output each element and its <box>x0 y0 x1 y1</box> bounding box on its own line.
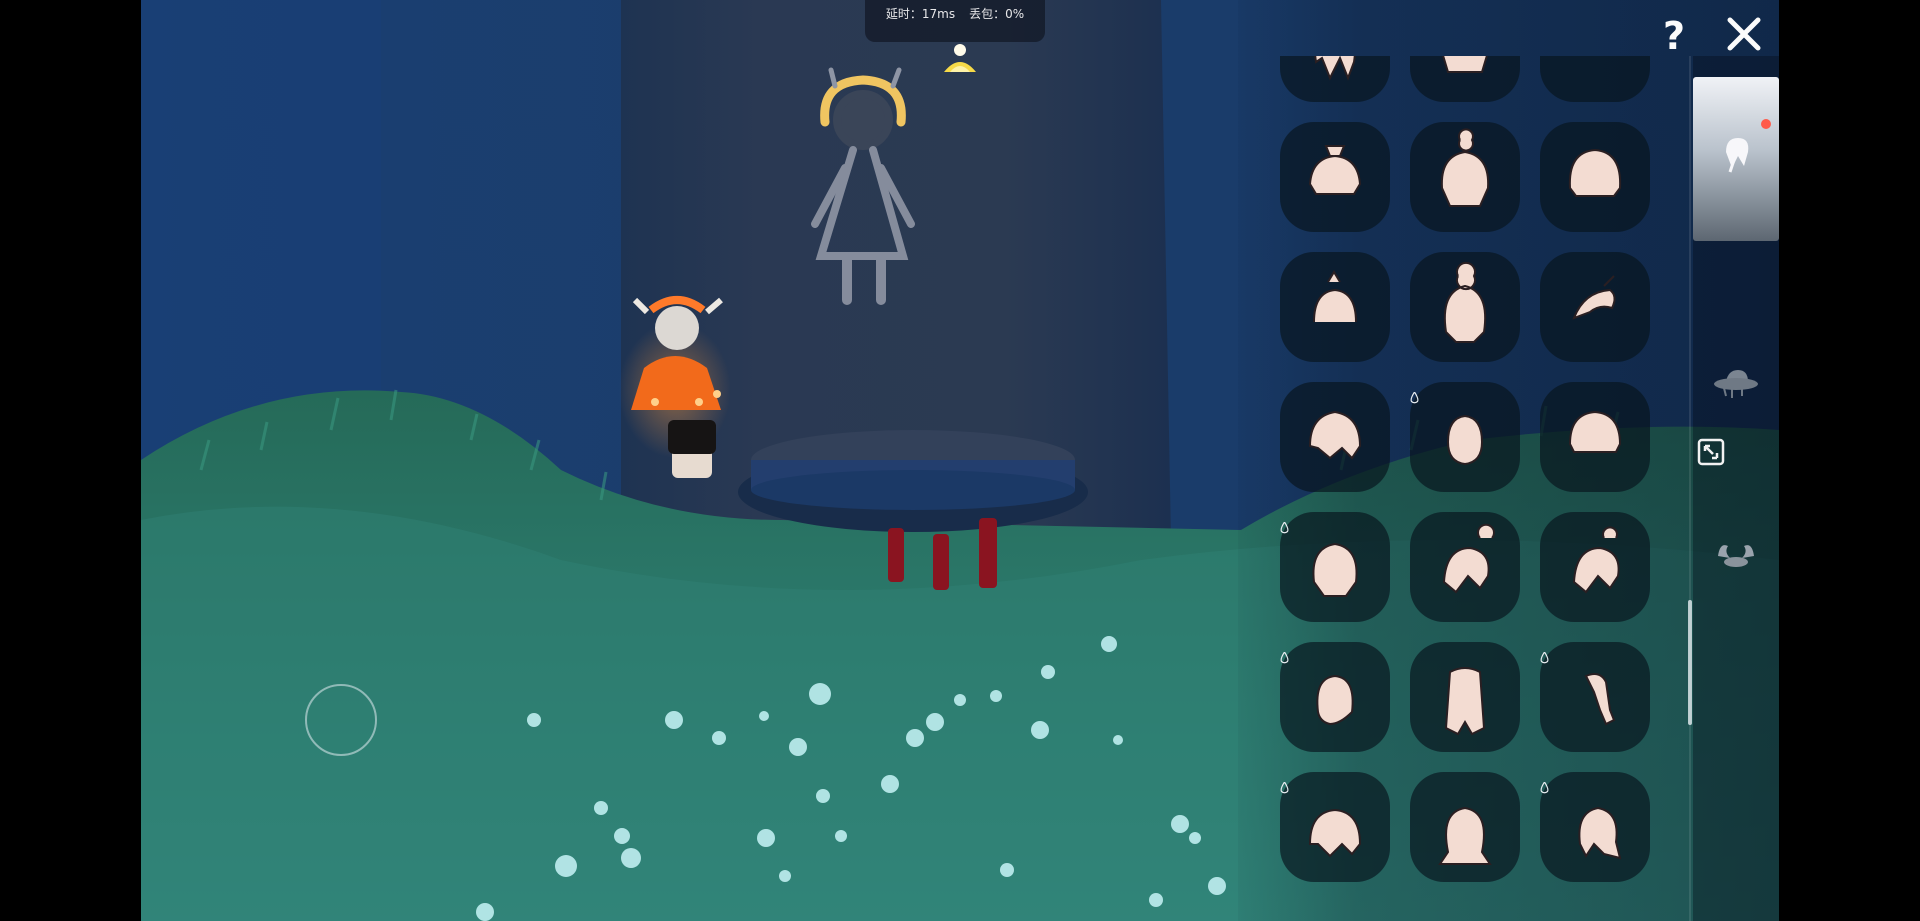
latency-text: 延时：17ms <box>885 7 956 21</box>
swept-hair-icon <box>1572 275 1616 320</box>
horn-icon <box>1718 545 1754 567</box>
messy-hair-icon <box>1308 808 1362 858</box>
hair-item-slot[interactable] <box>1540 382 1650 492</box>
headband-hair-icon <box>1540 56 1650 102</box>
hair-item-slot[interactable] <box>1540 252 1650 362</box>
fluffy-hair-icon <box>1308 410 1362 460</box>
bob-hair-icon <box>1568 148 1622 197</box>
hair-item-slot[interactable] <box>1410 56 1520 102</box>
tied-hair-icon <box>1572 526 1620 594</box>
help-button[interactable]: ? <box>1650 12 1698 60</box>
bowl-hair-icon <box>1568 410 1622 453</box>
topknot-hair-icon <box>1440 128 1490 207</box>
question-mark-icon: ? <box>1662 14 1686 58</box>
bun-hair-icon <box>1442 56 1488 73</box>
hair-item-slot[interactable] <box>1540 512 1650 622</box>
hair-item-slot[interactable] <box>1410 382 1520 492</box>
hood-hair-icon <box>1316 674 1354 726</box>
twist-hair-icon <box>1584 673 1616 726</box>
braided-hair-icon <box>1578 806 1622 860</box>
long-hair-icon <box>1314 56 1356 81</box>
hat-icon <box>1714 370 1758 398</box>
grid-scrollbar-thumb[interactable] <box>1688 600 1692 725</box>
hair-item-slot[interactable] <box>1280 122 1390 232</box>
grid-scrollbar-track <box>1689 56 1691 921</box>
close-x-icon <box>1727 17 1761 51</box>
hair-item-slot[interactable] <box>1410 772 1520 882</box>
category-rail <box>1693 56 1779 921</box>
hair-item-slot[interactable] <box>1540 56 1650 102</box>
hair-item-slot[interactable] <box>1410 122 1520 232</box>
hair-item-slot[interactable] <box>1280 642 1390 752</box>
new-indicator-dot <box>1761 119 1771 129</box>
network-stats: 延时：17ms 丢包：0% <box>865 0 1045 42</box>
hair-item-slot[interactable] <box>1280 56 1390 102</box>
candle-drop-icon <box>1280 652 1289 664</box>
tab-hair[interactable] <box>1693 77 1779 241</box>
hair-item-slot[interactable] <box>1280 382 1390 492</box>
expand-view-icon <box>1697 438 1725 466</box>
hair-item-slot[interactable] <box>1280 772 1390 882</box>
pigtail-hair-icon <box>1313 270 1357 323</box>
hair-item-slot[interactable] <box>1410 512 1520 622</box>
tab-hat[interactable] <box>1693 342 1779 426</box>
tall-bun-hair-icon <box>1443 261 1487 343</box>
candle-light-icon[interactable] <box>940 38 980 78</box>
hair-item-slot[interactable] <box>1410 642 1520 752</box>
hair-item-slot[interactable] <box>1280 252 1390 362</box>
candle-drop-icon <box>1540 652 1549 664</box>
hair-item-grid[interactable] <box>1280 56 1655 921</box>
candle-drop-icon <box>1280 782 1289 794</box>
candle-drop-icon <box>1540 782 1549 794</box>
side-bun-hair-icon <box>1308 145 1362 195</box>
hair-item-slot[interactable] <box>1540 772 1650 882</box>
hair-item-slot[interactable] <box>1540 122 1650 232</box>
close-button[interactable] <box>1718 12 1770 60</box>
packet-loss-text: 丢包：0% <box>969 7 1025 21</box>
hair-item-slot[interactable] <box>1540 642 1650 752</box>
ponytail-hair-icon <box>1442 523 1495 594</box>
hooded-hair-icon <box>1312 542 1358 597</box>
hair-item-slot[interactable] <box>1280 512 1390 622</box>
tab-horn[interactable] <box>1693 514 1779 598</box>
hair-icon <box>1726 138 1749 173</box>
long-straight-hair-icon <box>1444 667 1486 736</box>
candle-drop-icon <box>1280 522 1289 534</box>
expand-view-button[interactable] <box>1693 434 1729 470</box>
candle-drop-icon <box>1410 392 1419 404</box>
wavy-hair-icon <box>1438 806 1492 865</box>
hair-item-slot[interactable] <box>1410 252 1520 362</box>
spirit-orb-icon <box>1446 414 1484 466</box>
movement-joystick[interactable] <box>305 684 377 756</box>
